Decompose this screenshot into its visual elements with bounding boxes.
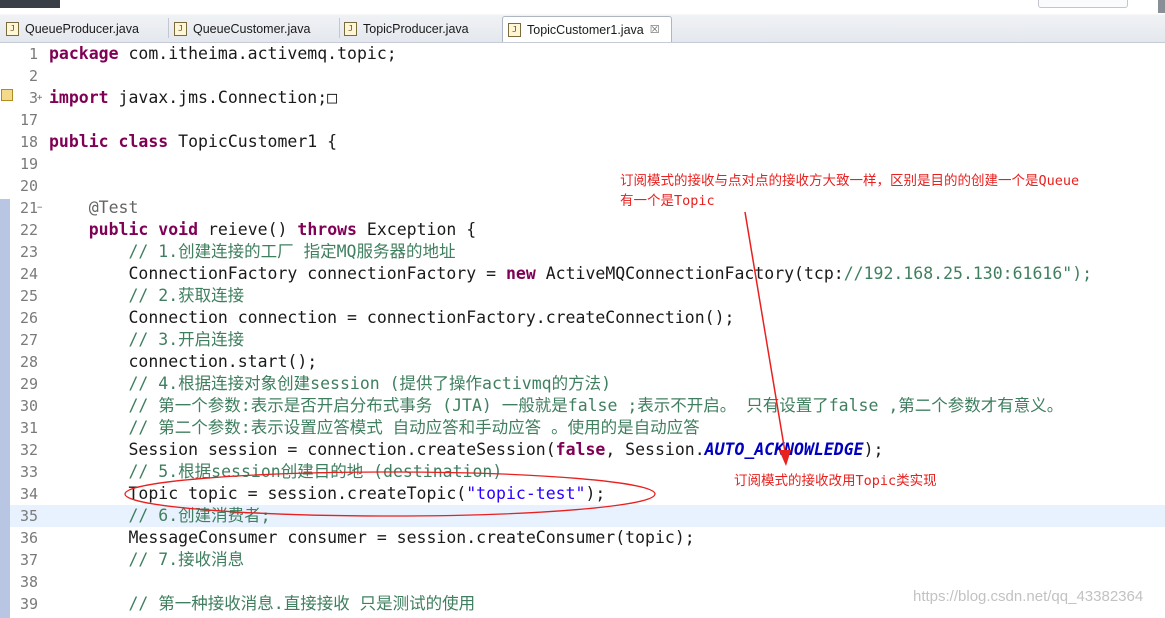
code-text: // 第二个参数:表示设置应答模式 自动应答和手动应答 。使用的是自动应答 xyxy=(128,418,700,437)
line-number: 3 xyxy=(28,89,38,107)
code-line[interactable]: 18 public class TopicCustomer1 { xyxy=(0,131,1165,153)
close-icon[interactable]: ☒ xyxy=(650,23,660,36)
code-line[interactable]: 1 package com.itheima.activemq.topic; xyxy=(0,43,1165,65)
annotation-note-1-line1: 订阅模式的接收与点对点的接收方大致一样，区别是目的的创建一个是Queue xyxy=(620,173,1080,189)
code-text: connection.start(); xyxy=(49,352,318,371)
line-number: 33 xyxy=(19,463,38,481)
line-number: 36 xyxy=(19,529,38,547)
tab-divider xyxy=(339,18,340,38)
line-number: 21 xyxy=(19,199,38,217)
code-text: // 3.开启连接 xyxy=(128,330,245,349)
line-number: 30 xyxy=(19,397,38,415)
code-line[interactable]: 32 Session session = connection.createSe… xyxy=(0,439,1165,461)
code-line[interactable]: 33 // 5.根据session创建目的地 (destination) xyxy=(0,461,1165,483)
line-number: 2 xyxy=(28,67,38,85)
code-line[interactable]: 31 // 第二个参数:表示设置应答模式 自动应答和手动应答 。使用的是自动应答 xyxy=(0,417,1165,439)
code-line[interactable]: 17 xyxy=(0,109,1165,131)
fold-toggle-icon[interactable]: + xyxy=(37,87,42,109)
tab-divider xyxy=(168,18,169,38)
line-number: 18 xyxy=(19,133,38,151)
code-text: public class TopicCustomer1 { xyxy=(49,132,338,151)
code-line[interactable]: 23 // 1.创建连接的工厂 指定MQ服务器的地址 xyxy=(0,241,1165,263)
change-ruler xyxy=(0,199,10,618)
window-edge xyxy=(1158,0,1165,13)
code-text: // 5.根据session创建目的地 (destination) xyxy=(128,462,503,481)
line-number: 25 xyxy=(19,287,38,305)
line-number: 1 xyxy=(28,45,38,63)
fold-toggle-icon[interactable]: − xyxy=(37,197,42,219)
line-number: 38 xyxy=(19,573,38,591)
java-file-icon: J xyxy=(174,22,187,36)
line-number: 22 xyxy=(19,221,38,239)
line-number: 26 xyxy=(19,309,38,327)
code-line[interactable]: 34 Topic topic = session.createTopic("to… xyxy=(0,483,1165,505)
code-text: // 1.创建连接的工厂 指定MQ服务器的地址 xyxy=(128,242,456,261)
warning-marker-icon[interactable] xyxy=(1,89,13,101)
code-text: // 第一个参数:表示是否开启分布式事务 (JTA) 一般就是false ;表示… xyxy=(128,396,1064,415)
code-line[interactable]: 29 // 4.根据连接对象创建session (提供了操作activmq的方法… xyxy=(0,373,1165,395)
code-text: @Test xyxy=(88,198,139,217)
line-number: 23 xyxy=(19,243,38,261)
window-corner xyxy=(0,0,60,8)
code-line[interactable]: 2 xyxy=(0,65,1165,87)
java-file-icon: J xyxy=(6,22,19,36)
tab-label: TopicProducer.java xyxy=(363,22,469,36)
code-line[interactable]: 35 // 6.创建消费者; xyxy=(0,505,1165,527)
annotation-note-1-line2: 有一个是Topic xyxy=(620,193,715,209)
line-number: 20 xyxy=(19,177,38,195)
code-text: // 7.接收消息 xyxy=(128,550,245,569)
code-text: Topic topic = session.createTopic("topic… xyxy=(49,484,606,503)
line-number: 39 xyxy=(19,595,38,613)
code-text: Connection connection = connectionFactor… xyxy=(49,308,735,327)
code-line[interactable]: 37 // 7.接收消息 xyxy=(0,549,1165,571)
tab-topic-producer[interactable]: J TopicProducer.java xyxy=(344,16,499,42)
code-text: package com.itheima.activemq.topic; xyxy=(49,44,397,63)
window-top-strip xyxy=(0,0,1165,13)
tab-queue-customer[interactable]: J QueueCustomer.java xyxy=(174,16,339,42)
annotation-note-2: 订阅模式的接收改用Topic类实现 xyxy=(734,473,937,489)
code-text: // 2.获取连接 xyxy=(128,286,245,305)
code-text: ConnectionFactory connectionFactory = ne… xyxy=(49,264,1093,283)
line-number: 29 xyxy=(19,375,38,393)
line-number: 31 xyxy=(19,419,38,437)
line-number: 19 xyxy=(19,155,38,173)
line-number: 17 xyxy=(19,111,38,129)
tab-label: TopicCustomer1.java xyxy=(527,22,644,37)
code-text: import javax.jms.Connection;□ xyxy=(49,88,338,107)
tab-label: QueueCustomer.java xyxy=(193,22,311,36)
line-number: 32 xyxy=(19,441,38,459)
code-text: // 4.根据连接对象创建session (提供了操作activmq的方法) xyxy=(128,374,612,393)
code-line[interactable]: 27 // 3.开启连接 xyxy=(0,329,1165,351)
watermark: https://blog.csdn.net/qq_43382364 xyxy=(913,588,1144,605)
line-number: 34 xyxy=(19,485,38,503)
line-number: 37 xyxy=(19,551,38,569)
java-file-icon: J xyxy=(508,22,521,37)
java-file-icon: J xyxy=(344,22,357,36)
code-line[interactable]: 3 + import javax.jms.Connection;□ xyxy=(0,87,1165,109)
line-number: 24 xyxy=(19,265,38,283)
code-line[interactable]: 30 // 第一个参数:表示是否开启分布式事务 (JTA) 一般就是false … xyxy=(0,395,1165,417)
line-number: 35 xyxy=(19,507,38,525)
annotation-note-1: 订阅模式的接收与点对点的接收方大致一样，区别是目的的创建一个是Queue 有一个… xyxy=(620,171,1079,211)
code-line[interactable]: 25 // 2.获取连接 xyxy=(0,285,1165,307)
quick-access-box[interactable] xyxy=(1038,0,1128,8)
code-text: // 第一种接收消息.直接接收 只是测试的使用 xyxy=(128,594,476,613)
code-text: MessageConsumer consumer = session.creat… xyxy=(49,528,695,547)
tab-topic-customer1[interactable]: J TopicCustomer1.java ☒ xyxy=(502,16,672,42)
code-text: public void reieve() throws Exception { xyxy=(88,220,477,239)
code-line[interactable]: 24 ConnectionFactory connectionFactory =… xyxy=(0,263,1165,285)
code-text: Session session = connection.createSessi… xyxy=(49,440,884,459)
code-line[interactable]: 28 connection.start(); xyxy=(0,351,1165,373)
code-line[interactable]: 22 public void reieve() throws Exception… xyxy=(0,219,1165,241)
tab-label: QueueProducer.java xyxy=(25,22,139,36)
code-line[interactable]: 36 MessageConsumer consumer = session.cr… xyxy=(0,527,1165,549)
tab-queue-producer[interactable]: J QueueProducer.java xyxy=(6,16,166,42)
line-number: 28 xyxy=(19,353,38,371)
code-text: // 6.创建消费者; xyxy=(128,506,271,525)
code-line[interactable]: 26 Connection connection = connectionFac… xyxy=(0,307,1165,329)
line-number: 27 xyxy=(19,331,38,349)
